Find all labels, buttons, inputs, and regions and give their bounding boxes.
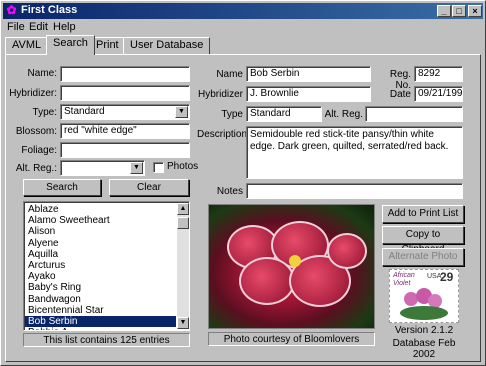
chevron-down-icon[interactable]: ▼ (175, 106, 188, 118)
results-list[interactable]: Ablaze Alamo Sweetheart Alison Alyene Aquill… (23, 201, 190, 331)
detail-name-label: Name (216, 69, 243, 80)
title-bar: ✿ First Class _ □ × (3, 3, 483, 19)
list-item[interactable]: Bob Serbin (25, 315, 176, 328)
list-item[interactable]: Bicentennial Star (25, 305, 176, 316)
detail-hybridizer-field[interactable]: J. Brownlie (246, 86, 371, 102)
search-foliage-input[interactable] (60, 142, 190, 158)
menu-help[interactable]: Help (53, 19, 76, 35)
violet-flower-icon: ✿ (6, 3, 17, 17)
stamen-shape (289, 255, 301, 267)
list-item[interactable]: Alamo Sweetheart (25, 215, 176, 226)
search-altreg-select[interactable]: ▼ (60, 160, 145, 176)
search-type-label: Type: (32, 107, 57, 118)
list-item[interactable]: Bobbie A. (25, 327, 176, 330)
search-type-select[interactable]: Standard ▼ (60, 104, 190, 120)
database-date-text: Database Feb 2002 (392, 338, 456, 360)
search-name-label: Name: (27, 68, 57, 79)
detail-date-label: Date (389, 89, 411, 100)
detail-notes-field[interactable] (246, 183, 463, 199)
maximize-icon[interactable]: □ (452, 5, 466, 17)
search-hybridizer-input[interactable] (60, 85, 190, 101)
detail-date-field[interactable]: 09/21/1995 (414, 86, 463, 102)
tab-search[interactable]: Search (46, 35, 95, 55)
search-button[interactable]: Search (23, 179, 101, 196)
detail-regno-field[interactable]: 8292 (414, 66, 463, 82)
photos-label: Photos (167, 161, 199, 172)
alternate-photo-button[interactable]: Alternate Photo (382, 248, 464, 266)
scroll-thumb[interactable] (177, 217, 189, 229)
petal-shape (327, 233, 367, 269)
menu-file[interactable]: File (7, 19, 25, 35)
detail-altreg-label: Alt. Reg. (324, 109, 363, 120)
detail-regno-label: Reg. No. (389, 69, 411, 91)
list-item[interactable]: Ayako (25, 271, 176, 282)
list-item[interactable]: Ablaze (25, 204, 176, 215)
photos-checkbox[interactable] (153, 162, 164, 173)
minimize-icon[interactable]: _ (437, 5, 451, 17)
detail-notes-label: Notes (216, 186, 243, 197)
tab-avml[interactable]: AVML (5, 37, 49, 54)
list-item[interactable]: Alison (25, 226, 176, 237)
photo-caption: Photo courtesy of Bloomlovers (208, 332, 375, 346)
detail-type-field[interactable]: Standard (246, 106, 322, 122)
stamp-line1: African (393, 272, 415, 279)
scroll-up-icon[interactable]: ▲ (177, 203, 189, 215)
add-to-print-list-button[interactable]: Add to Print List (382, 205, 464, 223)
list-item[interactable]: Alyene (25, 238, 176, 249)
search-type-value: Standard (64, 106, 105, 117)
close-icon[interactable]: × (468, 5, 482, 17)
search-foliage-label: Foliage: (21, 145, 57, 156)
chevron-down-icon[interactable]: ▼ (130, 162, 143, 174)
list-item[interactable]: Arcturus (25, 260, 176, 271)
detail-name-field[interactable]: Bob Serbin (246, 66, 371, 82)
tab-user-database[interactable]: User Database (123, 37, 211, 54)
window-title: First Class (21, 4, 78, 16)
scroll-down-icon[interactable]: ▼ (177, 317, 189, 329)
app-window: ✿ First Class _ □ × File Edit Help AVML … (0, 0, 486, 366)
list-item[interactable]: Aquilla (25, 249, 176, 260)
detail-altreg-field[interactable] (365, 106, 463, 122)
stamp-line2: Violet (393, 280, 411, 287)
stamp-value: 29 (440, 270, 454, 284)
list-item[interactable]: Bandwagon (25, 294, 176, 305)
list-item[interactable]: Baby's Ring (25, 282, 176, 293)
version-text: Version 2.1.2 (394, 325, 454, 336)
search-blossom-input[interactable]: red "white edge" (60, 123, 190, 139)
menu-edit[interactable]: Edit (29, 19, 48, 35)
leaves-shape (400, 306, 448, 320)
search-hybridizer-label: Hybridizer: (9, 88, 57, 99)
search-name-input[interactable] (60, 66, 190, 82)
violet-photo (208, 204, 375, 329)
petal-shape (239, 257, 295, 305)
results-scrollbar[interactable]: ▲ ▼ (177, 203, 189, 329)
detail-type-label: Type (221, 109, 243, 120)
search-blossom-label: Blossom: (15, 126, 57, 137)
stamp-image: African Violet USA 29 (389, 269, 459, 323)
search-altreg-label: Alt. Reg.: (15, 163, 57, 174)
results-count: This list contains 125 entries (23, 333, 190, 347)
detail-description-field[interactable]: Semidouble red stick-tite pansy/thin whi… (246, 126, 463, 179)
clear-button[interactable]: Clear (109, 179, 189, 196)
detail-hybridizer-label: Hybridizer (197, 89, 243, 100)
detail-description-label: Description (197, 129, 248, 140)
copy-to-clipboard-button[interactable]: Copy to Clipboard (382, 226, 464, 255)
